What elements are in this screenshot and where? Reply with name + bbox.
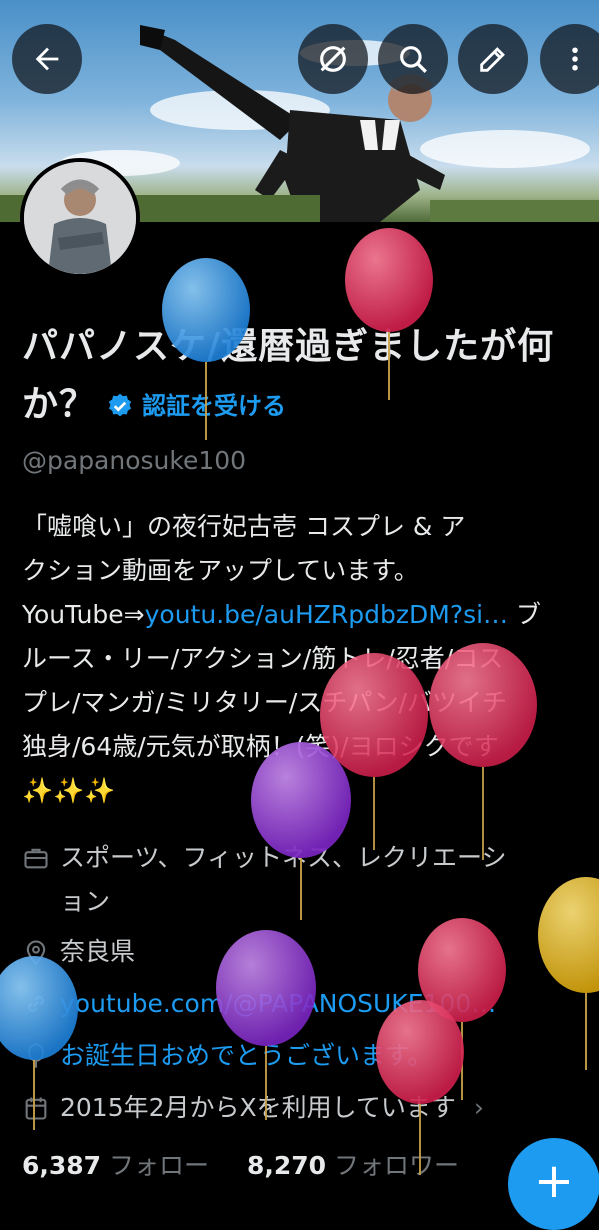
arrow-left-icon — [35, 47, 59, 71]
search-icon — [400, 46, 427, 73]
hide-button[interactable] — [298, 24, 368, 94]
profile-stats: 6,387 フォロー 8,270 フォロワー — [22, 1146, 459, 1182]
avatar-person-figure — [24, 162, 136, 274]
edit-button[interactable] — [458, 24, 528, 94]
avatar[interactable] — [20, 158, 140, 278]
meta-location: 奈良県 — [22, 930, 592, 974]
get-verified-button[interactable]: 認証を受ける — [106, 377, 286, 435]
meta-joined[interactable]: 2015年2月からXを利用しています › — [22, 1086, 592, 1130]
plus-icon: + — [533, 1153, 575, 1209]
bio-line: 独身/64歳/元気が取柄！(笑)/ヨロシクです — [22, 732, 499, 761]
bio-line: クション動画をアップしています。 — [22, 556, 419, 585]
meta-category: スポーツ、フィットネス、レクリエーシ ョン — [22, 836, 592, 924]
back-button[interactable] — [12, 24, 82, 94]
bio-line: ルース・リー/アクション/筋トレ/忍者/コス — [22, 644, 504, 673]
bio-sparkles: ✨✨✨ — [22, 776, 116, 805]
meta-website-link[interactable]: youtube.com/@PAPANOSUKE100… — [60, 982, 496, 1026]
search-button[interactable] — [378, 24, 448, 94]
profile-handle: @papanosuke100 — [22, 446, 247, 475]
chevron-right-icon: › — [473, 1093, 484, 1122]
bio-youtube-prefix: YouTube⇒ — [22, 600, 145, 629]
balloon-icon — [27, 1043, 45, 1068]
bio-youtube-link[interactable]: youtu.be/auHZRpdbzDM?si… — [145, 600, 508, 629]
get-verified-label: 認証を受ける — [142, 392, 287, 420]
meta-location-text: 奈良県 — [60, 937, 136, 966]
following-count: 6,387 — [22, 1151, 102, 1180]
link-icon — [28, 996, 44, 1012]
followers-link[interactable]: 8,270 フォロワー — [247, 1151, 459, 1180]
location-pin-icon — [26, 940, 46, 966]
profile-name: パパノスケ/還暦過ぎましたが何か？ 認証を受ける — [22, 318, 597, 435]
profile-bio: 「嘘喰い」の夜行妃古壱 コスプレ & ア クション動画をアップしています。 Yo… — [22, 505, 587, 813]
calendar-icon — [25, 1097, 47, 1120]
followers-label: フォロワー — [333, 1151, 459, 1180]
bio-line-youtube: YouTube⇒youtu.be/auHZRpdbzDM?si… ブ — [22, 593, 587, 637]
briefcase-icon — [24, 848, 48, 869]
followers-count: 8,270 — [246, 1151, 327, 1180]
meta-joined-text: 2015年2月からXを利用しています — [60, 1093, 456, 1122]
meta-birthday: お誕生日おめでとうございます。 — [22, 1034, 592, 1078]
following-link[interactable]: 6,387 フォロー — [22, 1151, 209, 1180]
hide-icon — [320, 46, 346, 72]
meta-website: youtube.com/@PAPANOSUKE100… — [22, 982, 592, 1026]
profile-name-text: パパノスケ/還暦過ぎましたが何か？ — [22, 326, 555, 425]
meta-birthday-text[interactable]: お誕生日おめでとうございます。 — [60, 1034, 433, 1078]
more-vertical-icon — [572, 47, 578, 71]
bio-line-suffix: ブ — [508, 600, 542, 629]
bio-line: 「嘘喰い」の夜行妃古壱 コスプレ & ア — [22, 512, 466, 541]
meta-category-text: スポーツ、フィットネス、レクリエーシ — [60, 843, 507, 872]
meta-category-text-2: ョン — [60, 887, 111, 916]
compose-button[interactable]: + — [508, 1138, 599, 1230]
bio-line: プレ/マンガ/ミリタリー/スチパン/バツイチ — [22, 688, 507, 717]
edit-icon — [480, 47, 505, 72]
following-label: フォロー — [109, 1151, 210, 1180]
verified-badge-icon — [108, 393, 132, 417]
